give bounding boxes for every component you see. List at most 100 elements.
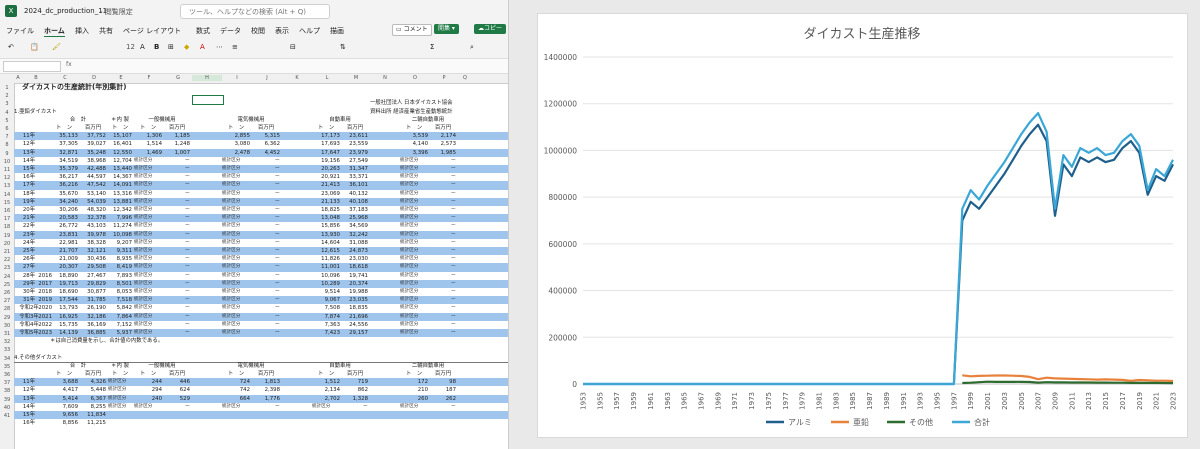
cell-G[interactable]: － [164,173,190,181]
sum-icon[interactable]: Σ [430,43,434,51]
cell-L[interactable]: 20,263 [312,165,340,173]
cell-B[interactable]: 2020 [26,304,52,312]
cell-D[interactable]: 5,448 [80,386,106,394]
cell-B[interactable] [26,247,52,255]
cell-J[interactable] [252,411,280,419]
cell-J[interactable]: － [252,255,280,263]
cell-G[interactable]: － [164,214,190,222]
cell-F[interactable]: 統計区分 [134,157,162,165]
cell-F[interactable]: ト ン [134,124,162,132]
row-header[interactable]: 30 [0,322,14,330]
cell-P[interactable]: － [430,272,456,280]
cell-O[interactable]: 260 [400,395,428,403]
cell-I[interactable]: 統計区分 [222,157,250,165]
cell-M[interactable]: 23,030 [342,255,368,263]
cell-P[interactable]: 百万円 [430,124,456,132]
cell-I[interactable]: 統計区分 [222,329,250,337]
cell-C[interactable]: 36,217 [50,173,78,181]
undo-icon[interactable]: ↶ [8,43,14,51]
column-header-I[interactable]: I [222,75,252,81]
row-header[interactable]: 14 [0,191,14,199]
edit-mode-button[interactable]: 開集 ▾ [434,24,459,34]
cell-G[interactable]: － [164,288,190,296]
column-header-A[interactable]: A [14,75,22,81]
cell-B[interactable] [26,181,52,189]
cell-B[interactable] [26,231,52,239]
cell-F[interactable]: 240 [134,395,162,403]
cell-L[interactable]: 7,363 [312,321,340,329]
cell-A[interactable]: 13年 [14,395,44,403]
row-header[interactable]: 5 [0,117,14,125]
cell-G[interactable]: 百万円 [164,370,190,378]
cell-C[interactable]: 15,735 [50,321,78,329]
cell-E[interactable]: 16,401 [108,140,132,148]
row-header[interactable]: 15 [0,199,14,207]
cell-G[interactable]: － [164,272,190,280]
cell-E[interactable]: 5,937 [108,329,132,337]
cell-O[interactable]: ト ン [400,370,428,378]
cell-C[interactable]: ト ン [50,370,78,378]
cell-F[interactable]: 統計区分 [134,214,162,222]
cell-C[interactable]: 合 計 [50,362,106,370]
cell-C[interactable]: 9,656 [50,411,78,419]
cell-P[interactable]: － [430,206,456,214]
cell-C[interactable]: 36,216 [50,181,78,189]
cell-I[interactable]: 統計区分 [222,222,250,230]
cell-E[interactable]: ト ン [108,124,132,132]
cell-I[interactable] [222,411,250,419]
cell-D[interactable]: 36,169 [80,321,106,329]
cell-L[interactable]: 10,289 [312,280,340,288]
cell-L[interactable]: 17,693 [312,140,340,148]
ribbon-tab-1[interactable]: ホーム [44,26,65,37]
cell-G[interactable]: － [164,190,190,198]
font-color-icon[interactable]: A [200,43,205,51]
row-header[interactable]: 1 [0,84,14,92]
cell-J[interactable]: － [252,181,280,189]
cell-O[interactable]: 172 [400,378,428,386]
cell-I[interactable]: 統計区分 [222,263,250,271]
cell-B[interactable]: 2016 [26,272,52,280]
row-header[interactable]: 3 [0,100,14,108]
cell-O[interactable]: 統計区分 [400,239,428,247]
cell-E[interactable]: 12,704 [108,157,132,165]
cell-L[interactable] [312,419,340,427]
ribbon-tab-2[interactable]: 挿入 [75,26,89,36]
row-header[interactable]: 18 [0,223,14,231]
cell-P[interactable] [430,411,456,419]
cell-D[interactable]: 48,320 [80,206,106,214]
cell-D[interactable]: 29,508 [80,263,106,271]
cell-C[interactable]: 22,981 [50,239,78,247]
row-header[interactable]: 38 [0,387,14,395]
cell-J[interactable]: 2,398 [252,386,280,394]
cell-E[interactable]: 7,518 [108,296,132,304]
cell-G[interactable] [164,411,190,419]
cell-D[interactable]: 4,326 [80,378,106,386]
cell-B[interactable] [26,198,52,206]
cell-J[interactable]: 6,362 [252,140,280,148]
cell-L[interactable]: 14,604 [312,239,340,247]
cell-E[interactable]: 統計区分 [108,386,132,394]
cell-C[interactable]: 14,139 [50,329,78,337]
cell-B[interactable]: 2021 [26,313,52,321]
cell-I[interactable]: ト ン [222,124,250,132]
cell-O[interactable]: 統計区分 [400,263,428,271]
cell-I[interactable]: 電気機械用 [222,116,280,124]
cell-G[interactable]: 624 [164,386,190,394]
cell-B[interactable] [26,239,52,247]
cell-P[interactable]: － [430,214,456,222]
cell-E[interactable]: 7,893 [108,272,132,280]
cell-P[interactable]: － [430,173,456,181]
cell-I[interactable]: 統計区分 [222,239,250,247]
cell-I[interactable]: 統計区分 [222,304,250,312]
column-header-E[interactable]: E [108,75,134,81]
cell-E[interactable]: 5,842 [108,304,132,312]
cell-M[interactable]: 37,183 [342,206,368,214]
cell-M[interactable]: 32,242 [342,231,368,239]
cell-G[interactable]: － [164,304,190,312]
cell-D[interactable]: 32,121 [80,247,106,255]
cell-G[interactable]: － [164,321,190,329]
cell-D[interactable]: 30,877 [80,288,106,296]
cell-C[interactable]: ト ン [50,124,78,132]
cell-L[interactable]: 1,512 [312,378,340,386]
cell-M[interactable]: 18,835 [342,304,368,312]
